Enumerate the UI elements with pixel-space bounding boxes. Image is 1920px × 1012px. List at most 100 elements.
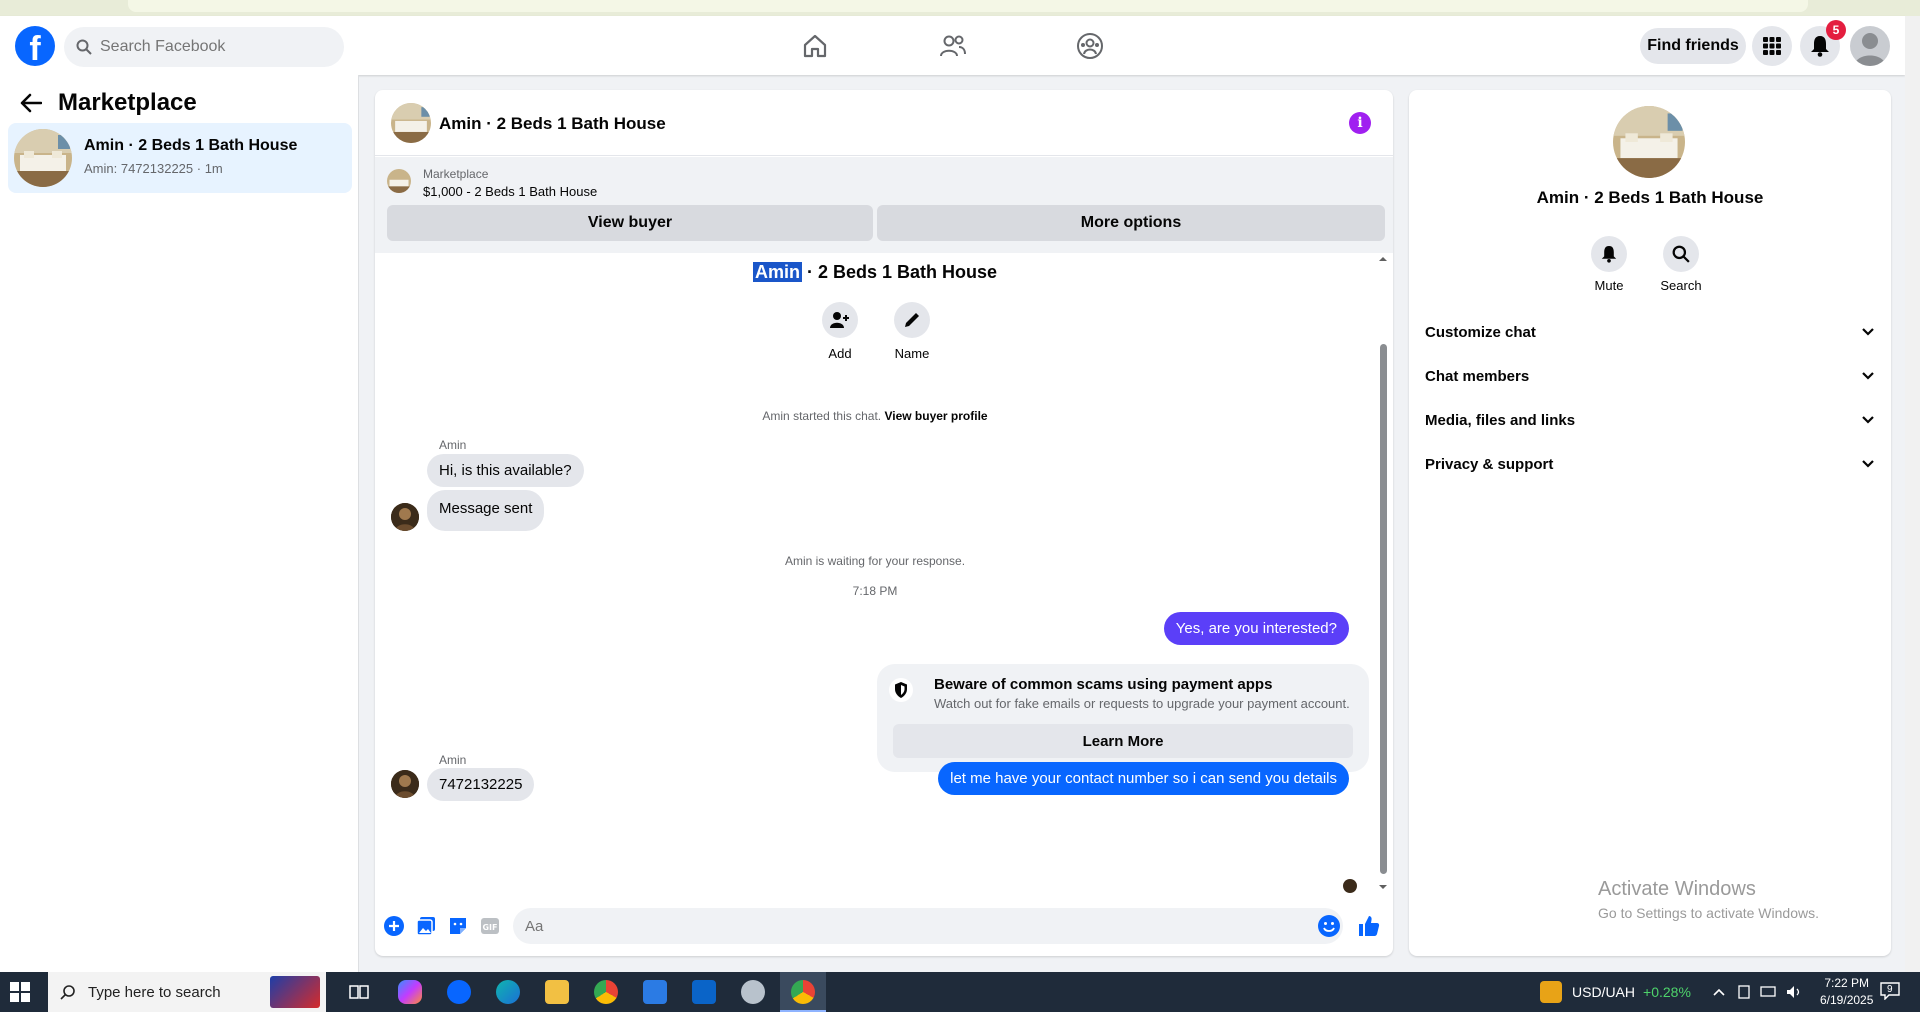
conversation-preview: Amin: 7472132225 · 1m [84, 161, 223, 176]
menu-grid-icon[interactable] [1752, 26, 1792, 66]
app-icon[interactable] [741, 980, 765, 1004]
file-explorer-icon[interactable] [545, 980, 569, 1004]
view-buyer-profile-link[interactable]: View buyer profile [884, 409, 987, 423]
view-buyer-button[interactable]: View buyer [387, 205, 873, 241]
windows-start-icon[interactable] [10, 982, 30, 1002]
scroll-up-icon[interactable] [1377, 254, 1389, 264]
chevron-down-icon [1862, 460, 1874, 468]
network-icon[interactable] [1760, 985, 1778, 999]
chat-header-thumbnail[interactable] [391, 103, 431, 143]
find-friends-button[interactable]: Find friends [1640, 28, 1746, 64]
top-navigation: f Find friends 5 [0, 16, 1905, 75]
listing-category: Marketplace [423, 167, 489, 181]
outlook-icon[interactable] [692, 980, 716, 1004]
facebook-app-icon[interactable] [447, 980, 471, 1004]
message-list: Amin · 2 Beds 1 Bath House Add Name Amin… [375, 254, 1375, 894]
page-title: Marketplace [58, 89, 197, 116]
waiting-note: Amin is waiting for your response. [784, 554, 966, 568]
incoming-message: 7472132225 [427, 768, 535, 801]
active-chrome-tab[interactable] [780, 972, 826, 1012]
emoji-icon[interactable] [1318, 915, 1340, 937]
listing-price-title[interactable]: $1,000 - 2 Beds 1 Bath House [423, 184, 597, 199]
message-input[interactable] [513, 908, 1343, 944]
currency-icon [1540, 981, 1562, 1003]
chat-intro-title-rest: · 2 Beds 1 Bath House [801, 262, 998, 282]
currency-pair: USD/UAH [1572, 984, 1636, 1000]
search-input[interactable] [100, 38, 320, 56]
profile-avatar[interactable] [1850, 26, 1890, 66]
store-icon[interactable] [643, 980, 667, 1004]
sender-avatar[interactable] [391, 770, 419, 798]
gif-icon[interactable]: GIF [479, 915, 501, 937]
incoming-message: Message sent [427, 490, 545, 531]
battery-icon[interactable] [1736, 985, 1752, 999]
mute-bell-icon[interactable] [1591, 236, 1627, 272]
more-options-button[interactable]: More options [877, 205, 1385, 241]
details-title: Amin · 2 Beds 1 Bath House [1536, 188, 1764, 207]
svg-text:GIF: GIF [482, 923, 497, 932]
plus-circle-icon[interactable] [383, 915, 405, 937]
clock-date: 6/19/2025 [1820, 993, 1874, 1007]
volume-icon[interactable] [1786, 985, 1804, 999]
name-label: Name [894, 346, 930, 361]
add-person-icon[interactable] [822, 302, 858, 338]
chat-header-title[interactable]: Amin · 2 Beds 1 Bath House [439, 114, 666, 134]
conversation-title: Amin · 2 Beds 1 Bath House [84, 137, 298, 154]
home-icon[interactable] [799, 30, 831, 62]
media-files-links-row[interactable]: Media, files and links [1425, 400, 1875, 440]
friends-icon[interactable] [937, 30, 969, 62]
chat-intro-title: Amin · 2 Beds 1 Bath House [375, 262, 1375, 283]
privacy-support-row[interactable]: Privacy & support [1425, 444, 1875, 484]
chevron-down-icon [1862, 328, 1874, 336]
page-scrollbar[interactable] [1905, 16, 1920, 972]
sender-avatar[interactable] [391, 503, 419, 531]
facebook-logo-icon[interactable]: f [15, 26, 55, 66]
chevron-down-icon [1862, 372, 1874, 380]
scroll-down-icon[interactable] [1377, 882, 1389, 892]
photo-icon[interactable] [415, 915, 437, 937]
notification-center-icon[interactable]: 9 [1880, 982, 1902, 1002]
incoming-message: Hi, is this available? [427, 454, 584, 487]
left-panel: Marketplace Amin · 2 Beds 1 Bath House A… [0, 75, 359, 972]
outgoing-message: let me have your contact number so i can… [938, 762, 1349, 795]
row-label: Chat members [1425, 367, 1530, 385]
windows-taskbar: Type here to search USD/UAH +0.28% 7:22 … [0, 972, 1920, 1012]
search-highlight-image [270, 976, 320, 1008]
sticker-icon[interactable] [447, 915, 469, 937]
copilot-icon[interactable] [398, 980, 422, 1004]
chat-scrollbar-thumb[interactable] [1380, 344, 1387, 874]
taskbar-clock[interactable]: 7:22 PM 6/19/2025 [1820, 975, 1873, 1009]
edge-icon[interactable] [496, 980, 520, 1004]
currency-change: +0.28% [1643, 984, 1691, 1000]
taskbar-search[interactable]: Type here to search [48, 972, 326, 1012]
add-label: Add [828, 346, 852, 361]
system-tray [1712, 972, 1804, 1012]
listing-thumbnail [14, 129, 72, 187]
conversation-item[interactable]: Amin · 2 Beds 1 Bath House Amin: 7472132… [8, 123, 352, 193]
details-thumbnail[interactable] [1613, 106, 1685, 178]
search-box[interactable] [64, 27, 344, 67]
info-icon[interactable]: i [1349, 112, 1371, 134]
sender-name: Amin [439, 438, 467, 452]
mute-label: Mute [1594, 278, 1624, 293]
customize-chat-row[interactable]: Customize chat [1425, 312, 1875, 352]
learn-more-button[interactable]: Learn More [893, 724, 1353, 758]
chrome-icon[interactable] [594, 980, 618, 1004]
chat-started-note: Amin started this chat. View buyer profi… [375, 409, 1375, 423]
address-bar[interactable] [128, 0, 1808, 12]
search-icon[interactable] [1663, 236, 1699, 272]
pencil-icon[interactable] [894, 302, 930, 338]
groups-icon[interactable] [1074, 30, 1106, 62]
chat-details-panel: Amin · 2 Beds 1 Bath House Mute Search C… [1409, 90, 1891, 956]
chat-scrollbar[interactable] [1377, 254, 1389, 894]
chevron-up-icon[interactable] [1712, 987, 1726, 997]
chrome-icon [791, 980, 815, 1004]
activate-windows-watermark: Activate Windows Go to Settings to activa… [1598, 878, 1819, 921]
activate-title: Activate Windows [1598, 878, 1756, 900]
task-view-icon[interactable] [347, 980, 371, 1004]
thumbs-up-icon[interactable] [1358, 915, 1380, 937]
row-label: Privacy & support [1425, 455, 1554, 473]
chat-members-row[interactable]: Chat members [1425, 356, 1875, 396]
currency-widget[interactable]: USD/UAH +0.28% [1540, 972, 1691, 1012]
back-arrow-icon[interactable] [20, 93, 42, 113]
